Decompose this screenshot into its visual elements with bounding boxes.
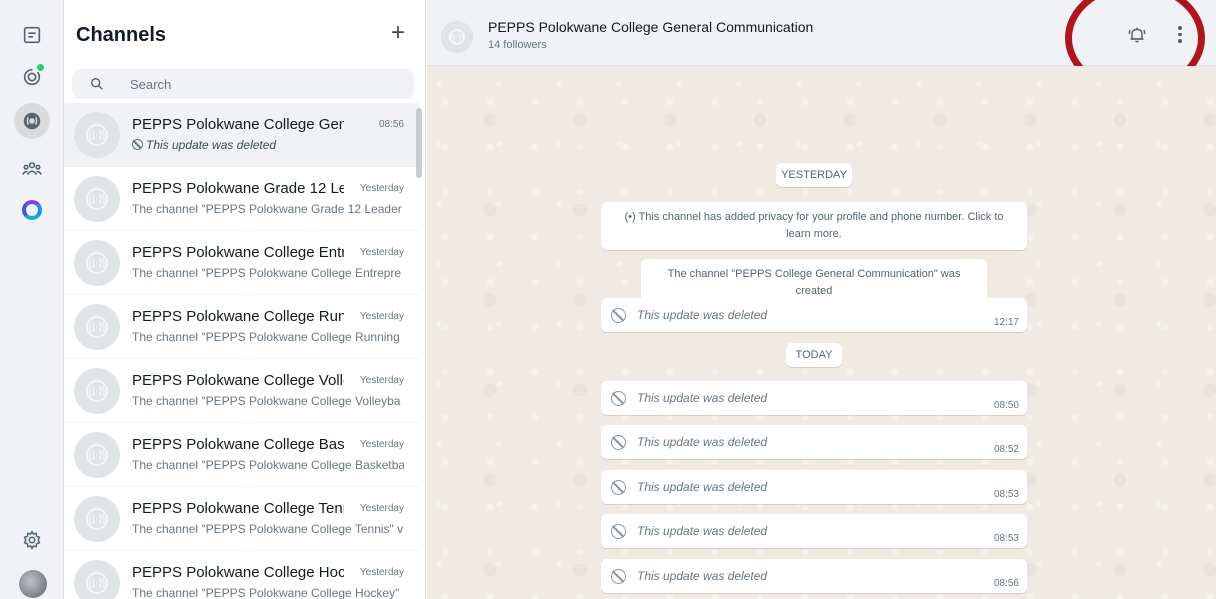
channel-preview: The channel "PEPPS Polokwane College Bas… — [132, 458, 404, 472]
deleted-icon — [611, 569, 626, 584]
channel-icon: ((·)) — [86, 572, 108, 594]
channel-preview: This update was deleted — [132, 138, 404, 152]
channel-time: Yesterday — [359, 311, 404, 322]
channel-list-item[interactable]: ((·)) PEPPS Polokwane College Volle... Yes… — [64, 359, 420, 423]
channel-icon: ((·)) — [86, 124, 108, 146]
message-bubble[interactable]: This update was deleted 08:50 — [601, 381, 1027, 415]
channel-icon: ((·)) — [86, 380, 108, 402]
channel-time: Yesterday — [359, 375, 404, 386]
channel-list-item[interactable]: ((·)) PEPPS Polokwane College Hock... Yest… — [64, 551, 420, 599]
channel-time: Yesterday — [359, 247, 404, 258]
message-text: This update was deleted — [637, 308, 768, 322]
deleted-icon — [611, 524, 626, 539]
channel-avatar: ((·)) — [74, 112, 120, 158]
deleted-icon — [611, 308, 626, 323]
message-bubble[interactable]: This update was deleted 08:53 — [601, 514, 1027, 548]
channel-time: 08:56 — [378, 119, 404, 130]
channel-preview: The channel "PEPPS Polokwane College Ten… — [132, 522, 404, 536]
date-divider-yesterday: YESTERDAY — [776, 163, 852, 187]
channel-avatar: ((·)) — [74, 176, 120, 222]
profile-avatar[interactable] — [19, 570, 47, 598]
channel-avatar: ((·)) — [74, 560, 120, 599]
channel-name: PEPPS Polokwane College Run... — [132, 308, 344, 325]
deleted-icon — [611, 391, 626, 406]
channel-time: Yesterday — [359, 439, 404, 450]
channel-list-item[interactable]: ((·)) PEPPS Polokwane College Tennis Yeste… — [64, 487, 420, 551]
channel-preview: The channel "PEPPS Polokwane College Ent… — [132, 266, 402, 280]
new-channel-button[interactable]: + — [386, 21, 410, 46]
status-icon[interactable] — [14, 59, 50, 95]
search-input[interactable] — [130, 69, 400, 99]
channel-list: ((·)) PEPPS Polokwane College General... 0… — [64, 103, 420, 599]
message-time: 12:17 — [993, 317, 1019, 328]
channel-icon: ((·)) — [86, 508, 108, 530]
channel-name: PEPPS Polokwane College Tennis — [132, 500, 344, 517]
chat-title: PEPPS Polokwane College General Communic… — [488, 19, 814, 35]
channel-time: Yesterday — [359, 503, 404, 514]
list-scrollbar[interactable] — [416, 108, 422, 178]
search-icon — [91, 78, 103, 90]
deleted-icon — [132, 139, 143, 150]
channel-list-item[interactable]: ((·)) PEPPS Polokwane Grade 12 Lea... Yest… — [64, 167, 420, 231]
channel-preview: The channel "PEPPS Polokwane College Hoc… — [132, 586, 400, 599]
followers-count: 14 followers — [488, 39, 547, 51]
channel-preview: The channel "PEPPS Polokwane College Run… — [132, 330, 400, 344]
page-title: Channels — [76, 24, 167, 46]
channel-list-item[interactable]: ((·)) PEPPS Polokwane College Bask... Yest… — [64, 423, 420, 487]
search-box[interactable] — [72, 69, 414, 99]
channel-avatar: ((·)) — [74, 496, 120, 542]
nav-rail — [0, 0, 64, 599]
settings-icon[interactable] — [14, 522, 50, 558]
message-bubble[interactable]: This update was deleted 08:52 — [601, 425, 1027, 459]
message-bubble[interactable]: This update was deleted 08:56 — [601, 559, 1027, 593]
message-text: This update was deleted — [637, 480, 768, 494]
message-text: This update was deleted — [637, 524, 768, 538]
channel-icon: ((·)) — [449, 29, 465, 45]
channel-list-item[interactable]: ((·)) PEPPS Polokwane College General... 0… — [64, 103, 420, 167]
channel-list-item[interactable]: ((·)) PEPPS Polokwane College Run... Yeste… — [64, 295, 420, 359]
channel-avatar: ((·)) — [74, 432, 120, 478]
status-unread-dot — [37, 64, 44, 71]
date-divider-today: TODAY — [786, 343, 842, 367]
deleted-icon — [611, 480, 626, 495]
channel-time: Yesterday — [359, 567, 404, 578]
channel-avatar: ((·)) — [74, 304, 120, 350]
channel-avatar: ((·)) — [74, 368, 120, 414]
channel-avatar[interactable]: ((·)) — [441, 21, 473, 53]
message-text: This update was deleted — [637, 435, 768, 449]
channel-name: PEPPS Polokwane College Entr... — [132, 244, 344, 261]
deleted-icon — [611, 435, 626, 450]
channel-preview: The channel "PEPPS Polokwane Grade 12 Le… — [132, 202, 402, 216]
message-time: 08:50 — [993, 400, 1019, 411]
channel-avatar: ((·)) — [74, 240, 120, 286]
channel-name: PEPPS Polokwane College Bask... — [132, 436, 344, 453]
communities-icon[interactable] — [14, 151, 50, 187]
message-time: 08:53 — [993, 533, 1019, 544]
message-time: 08:53 — [993, 489, 1019, 500]
channel-name: PEPPS Polokwane College Volle... — [132, 372, 344, 389]
channel-name: PEPPS Polokwane College Hock... — [132, 564, 344, 581]
message-bubble[interactable]: This update was deleted 08:53 — [601, 470, 1027, 504]
channel-icon: ((·)) — [86, 188, 108, 210]
list-header: Channels + — [64, 0, 426, 68]
message-text: This update was deleted — [637, 391, 768, 405]
channel-list-panel: Channels + ((·)) PEPPS Polokwane College … — [64, 0, 426, 599]
channel-icon: ((·)) — [86, 252, 108, 274]
channel-icon: ((·)) — [86, 316, 108, 338]
privacy-notice[interactable]: (•) This channel has added privacy for y… — [601, 202, 1027, 250]
channel-list-item[interactable]: ((·)) PEPPS Polokwane College Entr... Yest… — [64, 231, 420, 295]
channel-preview-text: This update was deleted — [146, 138, 277, 152]
channel-preview: The channel "PEPPS Polokwane College Vol… — [132, 394, 401, 408]
channels-icon[interactable] — [14, 103, 50, 139]
channel-time: Yesterday — [359, 183, 404, 194]
message-time: 08:56 — [993, 578, 1019, 589]
chats-icon[interactable] — [14, 17, 50, 53]
channel-icon: ((·)) — [86, 444, 108, 466]
message-text: This update was deleted — [637, 569, 768, 583]
channel-name: PEPPS Polokwane College General... — [132, 116, 344, 133]
channel-name: PEPPS Polokwane Grade 12 Lea... — [132, 180, 344, 197]
message-bubble[interactable]: This update was deleted 12:17 — [601, 298, 1027, 332]
message-time: 08:52 — [993, 444, 1019, 455]
meta-ai-icon[interactable] — [14, 192, 50, 228]
